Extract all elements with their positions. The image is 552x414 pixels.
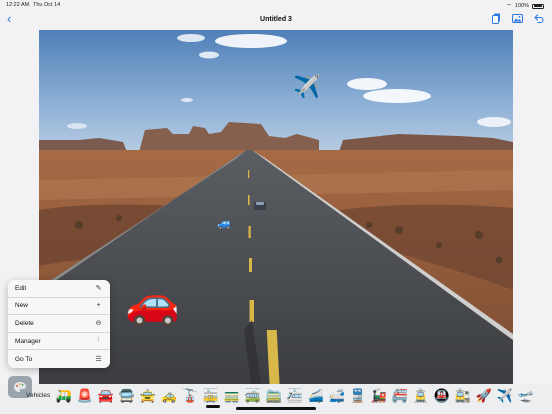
emoji-glyph: 🚨 bbox=[76, 388, 94, 403]
emoji-item[interactable]: 🚃 bbox=[223, 387, 241, 405]
emoji-glyph: 🚂 bbox=[370, 388, 388, 403]
emoji-glyph: 🚍 bbox=[118, 388, 136, 403]
emoji-item[interactable]: 🚝 bbox=[391, 387, 409, 405]
emoji-glyph: 🚃 bbox=[223, 388, 241, 403]
emoji-item[interactable]: 🚍 bbox=[118, 387, 136, 405]
emoji-item[interactable]: ✈️ bbox=[496, 387, 514, 405]
emoji-item[interactable]: 🚉 bbox=[454, 387, 472, 405]
emoji-item[interactable]: 🚡 bbox=[181, 387, 199, 405]
pencil-icon: ✎ bbox=[95, 285, 102, 293]
menu-item-new[interactable]: New + bbox=[8, 298, 110, 316]
emoji-item[interactable]: 🚄 bbox=[307, 387, 325, 405]
emoji-item[interactable]: 🚊 bbox=[412, 387, 430, 405]
wifi-icon: ⌔ bbox=[506, 4, 512, 10]
emoji-glyph: 🚘 bbox=[97, 388, 115, 403]
sliders-icon: ⫶ bbox=[97, 337, 100, 345]
emoji-glyph: 🚆 bbox=[349, 388, 367, 403]
emoji-item[interactable]: 🚂 bbox=[370, 387, 388, 405]
minus-circle-icon: ⊖ bbox=[95, 320, 102, 328]
emoji-item[interactable]: 🚕 bbox=[160, 387, 178, 405]
menu-item-label: New bbox=[15, 302, 29, 310]
emoji-item[interactable]: 🚈 bbox=[286, 387, 304, 405]
emoji-glyph: ✈️ bbox=[496, 388, 514, 403]
menu-item-manager[interactable]: Manager ⫶ bbox=[8, 333, 110, 351]
emoji-glyph: 🚄 bbox=[307, 388, 325, 403]
small-car-sticker[interactable]: 🚙 bbox=[217, 216, 232, 230]
emoji-item[interactable]: 🚋 bbox=[202, 387, 220, 405]
undo-icon[interactable] bbox=[534, 14, 544, 23]
emoji-item[interactable]: 🚆 bbox=[349, 387, 367, 405]
red-car-sticker[interactable]: 🚗 bbox=[125, 276, 180, 328]
plus-icon: + bbox=[96, 302, 101, 310]
emoji-item[interactable]: 🚖 bbox=[139, 387, 157, 405]
emoji-glyph: 🛫 bbox=[517, 388, 535, 403]
emoji-strip[interactable]: 🛺 🚨 🚘 🚍 🚖 🚕 🚡 🚋 🚃 🚎 🚞 🚈 🚄 🚅 🚆 🚂 🚝 🚊 🚇 🚉 🚀 ✈️ 🛫 bbox=[55, 387, 535, 405]
emoji-glyph: 🚖 bbox=[139, 388, 157, 403]
emoji-glyph: 🚋 bbox=[202, 388, 220, 403]
emoji-item[interactable]: 🚇 bbox=[433, 387, 451, 405]
emoji-glyph: 🚇 bbox=[433, 388, 451, 403]
menu-item-go-to[interactable]: Go To ☰ bbox=[8, 350, 110, 368]
emoji-item[interactable]: 🛫 bbox=[517, 387, 535, 405]
strip-selection-indicator bbox=[206, 405, 220, 408]
emoji-glyph: 🚀 bbox=[475, 388, 493, 403]
battery-percent: 100% bbox=[514, 3, 529, 9]
page-title: Untitled 3 bbox=[260, 16, 292, 23]
emoji-item[interactable]: 🚎 bbox=[244, 387, 262, 405]
menu-item-label: Manager bbox=[15, 337, 41, 345]
emoji-glyph: 🚅 bbox=[328, 388, 346, 403]
emoji-glyph: 🚕 bbox=[160, 388, 178, 403]
list-icon: ☰ bbox=[95, 356, 102, 364]
emoji-item[interactable]: 🛺 bbox=[55, 387, 73, 405]
emoji-glyph: 🚡 bbox=[181, 388, 199, 403]
emoji-glyph: 🚎 bbox=[244, 388, 262, 403]
emoji-item[interactable]: 🚞 bbox=[265, 387, 283, 405]
emoji-glyph: 🛺 bbox=[55, 388, 73, 403]
battery-icon bbox=[532, 3, 544, 9]
emoji-glyph: 🚉 bbox=[454, 388, 472, 403]
status-indicators: ⌔ 100% bbox=[506, 2, 544, 10]
nav-actions bbox=[492, 13, 544, 24]
status-date: Thu Oct 14 bbox=[33, 2, 61, 8]
emoji-item[interactable]: 🚨 bbox=[76, 387, 94, 405]
document-icon[interactable] bbox=[492, 13, 501, 24]
menu-item-delete[interactable]: Delete ⊖ bbox=[8, 315, 110, 333]
emoji-glyph: 🚝 bbox=[391, 388, 409, 403]
status-time: 12:22 AM bbox=[6, 2, 30, 8]
emoji-glyph: 🚞 bbox=[265, 388, 283, 403]
menu-item-edit[interactable]: Edit ✎ bbox=[8, 280, 110, 298]
emoji-item[interactable]: 🚀 bbox=[475, 387, 493, 405]
emoji-glyph: 🚊 bbox=[412, 388, 430, 403]
menu-item-label: Delete bbox=[15, 319, 34, 327]
drawing-canvas[interactable]: ✈️ 🚙 🚗 bbox=[39, 30, 513, 384]
palette-icon bbox=[14, 382, 26, 392]
context-menu: Edit ✎ New + Delete ⊖ Manager ⫶ Go To ☰ bbox=[8, 280, 110, 368]
airplane-sticker[interactable]: ✈️ bbox=[293, 74, 320, 100]
status-bar: 12:22 AM Thu Oct 14 ⌔ 100% bbox=[0, 0, 552, 10]
emoji-glyph: 🚈 bbox=[286, 388, 304, 403]
emoji-item[interactable]: 🚘 bbox=[97, 387, 115, 405]
nav-bar: ‹ Untitled 3 bbox=[0, 10, 552, 30]
photo-icon[interactable] bbox=[512, 14, 523, 23]
home-indicator bbox=[236, 407, 316, 410]
menu-item-label: Go To bbox=[15, 355, 33, 363]
emoji-item[interactable]: 🚅 bbox=[328, 387, 346, 405]
background-photo bbox=[39, 30, 513, 384]
menu-item-label: Edit bbox=[15, 284, 27, 292]
emoji-category-label[interactable]: Vehicles bbox=[26, 392, 50, 399]
